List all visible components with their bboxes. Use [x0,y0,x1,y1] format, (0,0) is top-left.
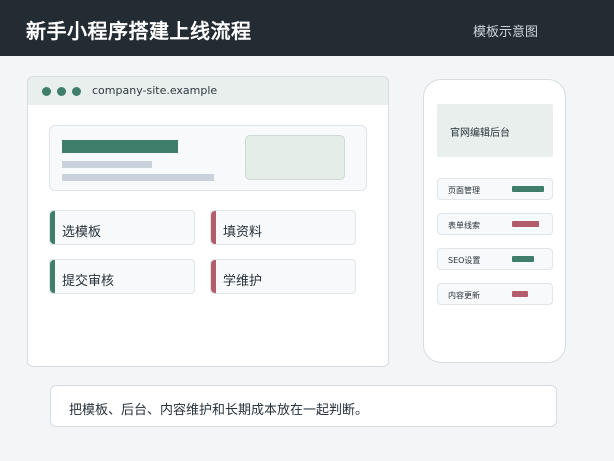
phone-mockup: 官网编辑后台 页面管理 表单线索 SEO设置 内容更新 [423,79,566,363]
hero-text-placeholder [62,174,214,181]
menu-item-label: 内容更新 [448,291,480,300]
page-subtitle: 模板示意图 [472,25,538,40]
menu-progress-bar [512,291,528,297]
menu-item-label: 表单线索 [448,221,480,230]
menu-progress-bar [512,256,534,262]
header-bar: 新手小程序搭建上线流程 模板示意图 [0,0,614,56]
hero-text-placeholder [62,161,152,168]
step-learn-maintenance: 学维护 [210,259,356,294]
step-fill-info: 填资料 [210,210,356,245]
menu-item-content-update: 内容更新 [437,283,553,305]
window-dot-icon [42,87,51,96]
window-dot-icon [72,87,81,96]
menu-item-label: 页面管理 [448,186,480,195]
step-choose-template: 选模板 [49,210,195,245]
hero-image-placeholder [245,135,345,180]
step-submit-review: 提交审核 [49,259,195,294]
menu-item-seo-settings: SEO设置 [437,248,553,270]
browser-mockup: company-site.example 选模板 填资料 提交审核 学维护 [27,76,389,367]
menu-progress-bar [512,186,544,192]
browser-title-bar: company-site.example [28,77,388,105]
hero-card [49,125,367,191]
caption-text: 把模板、后台、内容维护和长期成本放在一起判断。 [50,385,557,427]
hero-heading-placeholder [62,140,178,153]
menu-item-page-management: 页面管理 [437,178,553,200]
phone-header-title: 官网编辑后台 [437,104,553,157]
menu-item-label: SEO设置 [448,256,481,265]
page-title: 新手小程序搭建上线流程 [26,19,252,43]
window-dot-icon [57,87,66,96]
browser-url: company-site.example [92,84,218,97]
menu-item-form-leads: 表单线索 [437,213,553,235]
menu-progress-bar [512,221,539,227]
